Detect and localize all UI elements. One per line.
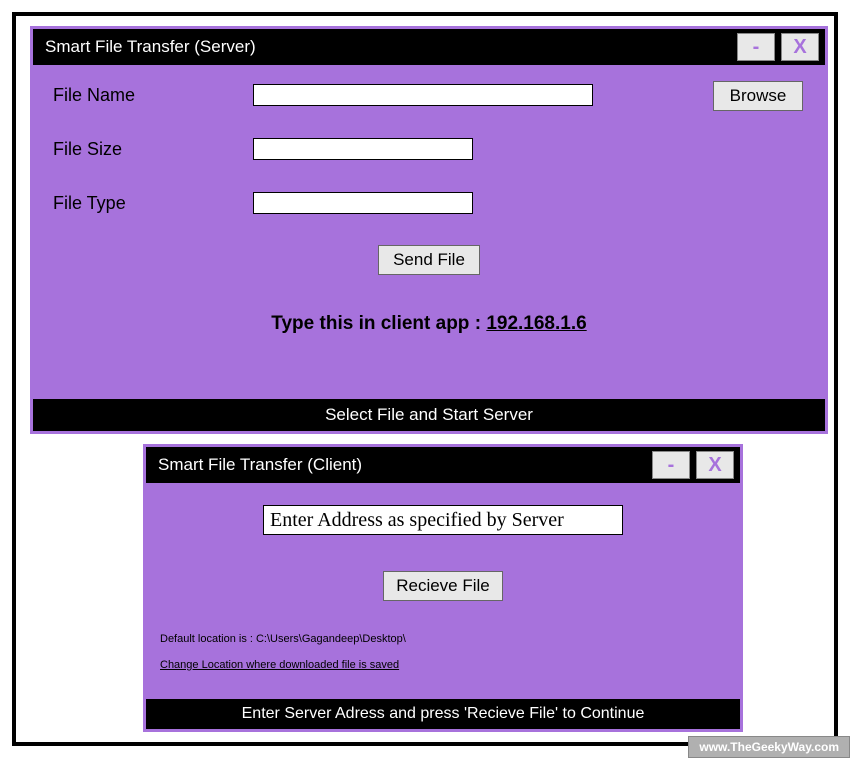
filename-row: File Name xyxy=(53,83,805,107)
filesize-row: File Size xyxy=(53,137,805,161)
outer-frame: Smart File Transfer (Server) - X File Na… xyxy=(12,12,838,746)
close-button[interactable]: X xyxy=(781,33,819,61)
client-statusbar: Enter Server Adress and press 'Recieve F… xyxy=(146,699,740,729)
change-location-link[interactable]: Change Location where downloaded file is… xyxy=(160,659,399,671)
filename-input[interactable] xyxy=(253,84,593,106)
default-location-text: Default location is : C:\Users\Gagandeep… xyxy=(160,633,728,645)
server-title: Smart File Transfer (Server) xyxy=(45,37,256,57)
client-window: Smart File Transfer (Client) - X Recieve… xyxy=(143,444,743,732)
filetype-label: File Type xyxy=(53,193,253,214)
client-status-text: Enter Server Adress and press 'Recieve F… xyxy=(242,705,645,723)
send-row: Send File xyxy=(53,245,805,275)
ip-instruction-prefix: Type this in client app : xyxy=(271,313,486,334)
send-file-button[interactable]: Send File xyxy=(378,245,480,275)
server-title-buttons: - X xyxy=(737,33,819,61)
ip-address: 192.168.1.6 xyxy=(486,313,586,334)
recieve-row: Recieve File xyxy=(158,571,728,601)
server-titlebar: Smart File Transfer (Server) - X xyxy=(33,29,825,65)
filename-label: File Name xyxy=(53,85,253,106)
server-body: File Name Browse File Size File Type Sen… xyxy=(33,65,825,395)
browse-button[interactable]: Browse xyxy=(713,81,803,111)
minimize-button[interactable]: - xyxy=(652,451,690,479)
client-title: Smart File Transfer (Client) xyxy=(158,455,362,475)
client-title-buttons: - X xyxy=(652,451,734,479)
minimize-button[interactable]: - xyxy=(737,33,775,61)
server-window: Smart File Transfer (Server) - X File Na… xyxy=(30,26,828,434)
address-row xyxy=(158,505,728,535)
client-body: Recieve File Default location is : C:\Us… xyxy=(146,483,740,697)
filetype-row: File Type xyxy=(53,191,805,215)
server-statusbar: Select File and Start Server xyxy=(33,399,825,431)
filesize-label: File Size xyxy=(53,139,253,160)
close-button[interactable]: X xyxy=(696,451,734,479)
watermark: www.TheGeekyWay.com xyxy=(688,736,850,758)
address-input[interactable] xyxy=(263,505,623,535)
ip-instruction: Type this in client app : 192.168.1.6 xyxy=(53,313,805,335)
filesize-input[interactable] xyxy=(253,138,473,160)
filetype-input[interactable] xyxy=(253,192,473,214)
client-titlebar: Smart File Transfer (Client) - X xyxy=(146,447,740,483)
recieve-file-button[interactable]: Recieve File xyxy=(383,571,503,601)
server-status-text: Select File and Start Server xyxy=(325,405,533,425)
